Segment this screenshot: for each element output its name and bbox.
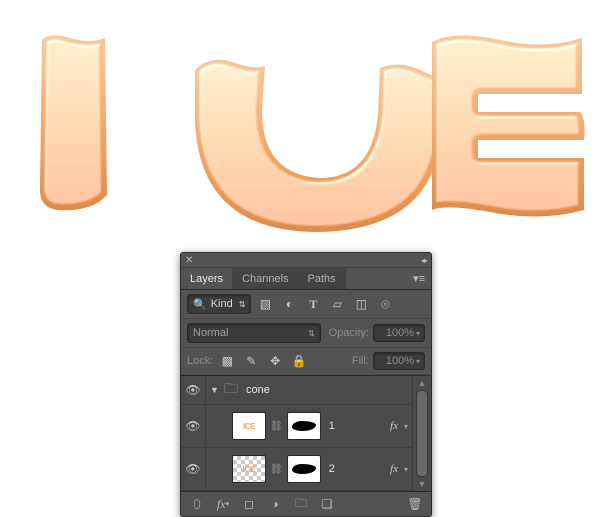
panel-footer: ⬯ fx▾ ◻ ◑ 🗀 ❏ 🗑	[181, 492, 431, 516]
layer-mask-button[interactable]: ◻	[238, 495, 260, 513]
blend-row: Normal ⇅ Opacity: 100% ▾	[181, 319, 431, 348]
scroll-down-icon[interactable]: ▼	[418, 479, 427, 489]
panel-tabs: Layers Channels Paths ▾≡	[181, 268, 431, 290]
link-icon[interactable]: ⛓	[270, 464, 283, 475]
new-group-button[interactable]: 🗀	[290, 495, 312, 513]
link-layers-button[interactable]: ⬯	[186, 495, 208, 513]
visibility-toggle[interactable]: 👁	[181, 376, 206, 404]
scroll-up-icon[interactable]: ▲	[418, 378, 427, 388]
delete-layer-button[interactable]: 🗑	[404, 495, 426, 513]
tab-paths[interactable]: Paths	[299, 268, 346, 289]
opacity-label: Opacity:	[329, 327, 369, 339]
filter-kind-select[interactable]: 🔍 Kind ⇅	[187, 294, 251, 314]
layer-row[interactable]: 👁 ICE ⛓ 1 fx ▾	[181, 405, 412, 448]
fill-value: 100%	[386, 355, 414, 367]
layer-list: 👁 ▼ 🗀 cone 👁 ICE ⛓ 1 fx ▾	[181, 375, 431, 492]
folder-icon: 🗀	[224, 378, 238, 402]
scroll-thumb[interactable]	[416, 390, 428, 477]
canvas	[0, 0, 600, 250]
filter-smart-icon[interactable]: ◫	[351, 295, 371, 313]
filter-pixel-icon[interactable]: ▧	[255, 295, 275, 313]
ice-artwork	[0, 0, 600, 250]
layer-thumbnail[interactable]: ICE	[232, 412, 266, 440]
lock-label: Lock:	[187, 355, 213, 367]
lock-transparent-icon[interactable]: ▩	[217, 352, 237, 370]
layer-thumbnail[interactable]: ICE	[232, 455, 266, 483]
layer-row[interactable]: 👁 ICE ⛓ 2 fx ▾	[181, 448, 412, 491]
scrollbar[interactable]: ▲ ▼	[412, 376, 431, 491]
panel-menu-icon[interactable]: ▾≡	[407, 268, 431, 289]
eye-icon: 👁	[185, 462, 200, 476]
filter-kind-label: Kind	[211, 298, 233, 310]
group-name[interactable]: cone	[246, 384, 270, 396]
filter-row: 🔍 Kind ⇅ ▧ ◐ T ▱ ◫ ⌾	[181, 290, 431, 319]
visibility-toggle[interactable]: 👁	[181, 448, 206, 490]
mask-thumbnail[interactable]	[287, 455, 321, 483]
filter-adjustment-icon[interactable]: ◐	[279, 295, 299, 313]
blend-mode-select[interactable]: Normal ⇅	[187, 323, 321, 343]
tab-layers[interactable]: Layers	[181, 268, 233, 289]
lock-all-icon[interactable]: 🔒	[289, 352, 309, 370]
adjustment-layer-button[interactable]: ◑	[264, 495, 286, 513]
layer-name[interactable]: 2	[329, 463, 335, 475]
link-icon[interactable]: ⛓	[270, 421, 283, 432]
layer-style-button[interactable]: fx▾	[212, 495, 234, 513]
fill-input[interactable]: 100% ▾	[373, 352, 425, 370]
fx-badge[interactable]: fx	[390, 463, 398, 475]
layer-name[interactable]: 1	[329, 420, 335, 432]
mask-thumbnail[interactable]	[287, 412, 321, 440]
chevron-down-icon: ⇅	[308, 329, 315, 338]
lock-image-icon[interactable]: ✎	[241, 352, 261, 370]
filter-shape-icon[interactable]: ▱	[327, 295, 347, 313]
visibility-toggle[interactable]: 👁	[181, 405, 206, 447]
disclosure-triangle[interactable]: ▼	[210, 385, 220, 395]
opacity-input[interactable]: 100% ▾	[373, 324, 425, 342]
chevron-down-icon: ▾	[416, 329, 420, 338]
filter-type-icon[interactable]: T	[303, 295, 323, 313]
layer-group-row[interactable]: 👁 ▼ 🗀 cone	[181, 376, 412, 405]
fill-label: Fill:	[352, 355, 369, 367]
chevron-updown-icon: ⇅	[239, 300, 246, 309]
fx-badge[interactable]: fx	[390, 420, 398, 432]
panel-topbar: ✕ ◂▸	[181, 253, 431, 268]
collapse-icon[interactable]: ◂▸	[421, 256, 427, 265]
tab-channels[interactable]: Channels	[233, 268, 298, 289]
fx-disclosure[interactable]: ▾	[404, 465, 408, 474]
close-icon[interactable]: ✕	[185, 255, 193, 266]
fx-disclosure[interactable]: ▾	[404, 422, 408, 431]
lock-position-icon[interactable]: ✥	[265, 352, 285, 370]
eye-icon: 👁	[185, 383, 200, 397]
search-icon: 🔍	[193, 298, 207, 311]
chevron-down-icon: ▾	[416, 357, 420, 366]
layers-panel: ✕ ◂▸ Layers Channels Paths ▾≡ 🔍 Kind ⇅ ▧…	[180, 252, 432, 517]
filter-toggle[interactable]: ⌾	[375, 295, 395, 313]
eye-icon: 👁	[185, 419, 200, 433]
opacity-value: 100%	[386, 327, 414, 339]
blend-mode-value: Normal	[193, 327, 228, 339]
new-layer-button[interactable]: ❏	[316, 495, 338, 513]
lock-row: Lock: ▩ ✎ ✥ 🔒 Fill: 100% ▾	[181, 348, 431, 375]
